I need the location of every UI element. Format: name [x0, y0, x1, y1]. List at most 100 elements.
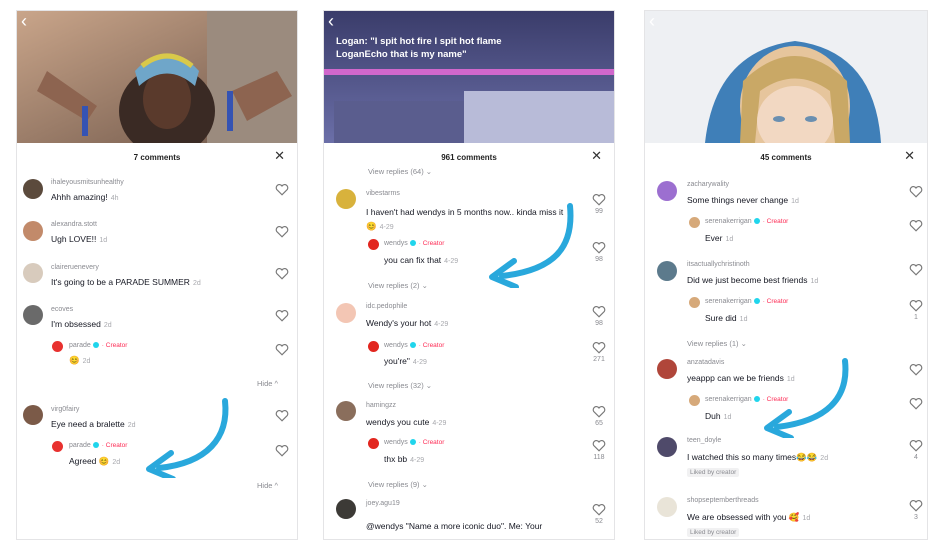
avatar[interactable]: [336, 401, 356, 421]
heart-icon[interactable]: [909, 185, 923, 198]
comment-username[interactable]: zacharywality: [687, 181, 729, 188]
close-icon[interactable]: ✕: [274, 149, 285, 163]
heart-icon[interactable]: [592, 241, 606, 254]
avatar[interactable]: [657, 261, 677, 281]
back-chevron-icon[interactable]: ‹: [649, 12, 655, 30]
avatar[interactable]: [657, 181, 677, 201]
view-replies-link[interactable]: View replies (1) ⌄: [687, 339, 747, 348]
close-icon[interactable]: ✕: [591, 149, 602, 163]
comment-count: 961 comments: [441, 153, 497, 162]
video-thumbnail[interactable]: ‹: [17, 11, 297, 143]
reply-date: 4-29: [444, 258, 459, 265]
creator-avatar[interactable]: [52, 341, 63, 352]
video-thumbnail[interactable]: ‹ Logan: "I spit hot fire I spit hot fla…: [324, 11, 614, 143]
view-replies-link[interactable]: View replies (64) ⌄: [368, 167, 432, 176]
avatar[interactable]: [657, 437, 677, 457]
comment-date: 4-29: [379, 224, 394, 231]
comment-username[interactable]: ihaleyousmitsunhealthy: [51, 179, 124, 186]
view-replies-link[interactable]: View replies (2) ⌄: [368, 281, 428, 290]
comment-username[interactable]: joey.agu19: [366, 500, 400, 507]
comment-text: I watched this so many times😂😂 2d: [687, 452, 829, 462]
reply-username[interactable]: serenakerrigan · Creator: [705, 218, 788, 225]
heart-icon[interactable]: [909, 439, 923, 452]
comment-username[interactable]: alexandra.stott: [51, 221, 97, 228]
comment-date: 1d: [791, 198, 799, 205]
avatar[interactable]: [657, 359, 677, 379]
close-icon[interactable]: ✕: [904, 149, 915, 163]
reply-username[interactable]: wendys · Creator: [384, 439, 444, 446]
reply-username[interactable]: serenakerrigan · Creator: [705, 298, 788, 305]
annotation-arrow: [146, 398, 229, 478]
creator-avatar[interactable]: [689, 297, 700, 308]
verified-badge-icon: [753, 396, 760, 403]
creator-avatar[interactable]: [52, 441, 63, 452]
back-chevron-icon[interactable]: ‹: [328, 12, 334, 30]
heart-icon[interactable]: [275, 267, 289, 280]
comment-date: 2d: [127, 422, 136, 429]
view-replies-link[interactable]: View replies (32) ⌄: [368, 381, 432, 390]
creator-label: · Creator: [418, 240, 445, 247]
comment-date: 1d: [802, 515, 811, 522]
hide-replies-link[interactable]: Hide ^: [257, 481, 278, 490]
reply-text: Ever 1d: [705, 233, 734, 243]
avatar[interactable]: [23, 221, 43, 241]
reply-date: 2d: [112, 459, 121, 466]
avatar[interactable]: [336, 189, 356, 209]
heart-icon[interactable]: [909, 363, 923, 376]
heart-icon[interactable]: [909, 219, 923, 232]
reply-date: 1d: [739, 316, 748, 323]
avatar[interactable]: [23, 263, 43, 283]
reply-text: thx bb 4-29: [384, 454, 425, 464]
creator-avatar[interactable]: [368, 438, 379, 449]
heart-icon[interactable]: [275, 183, 289, 196]
heart-icon[interactable]: [592, 503, 606, 516]
comment-username[interactable]: anzatadavis: [687, 359, 724, 366]
avatar[interactable]: [336, 303, 356, 323]
comment-username[interactable]: teen_doyle: [687, 437, 721, 444]
creator-avatar[interactable]: [368, 239, 379, 250]
view-replies-link[interactable]: View replies (9) ⌄: [368, 480, 428, 489]
heart-icon[interactable]: [909, 397, 923, 410]
heart-icon[interactable]: [275, 343, 289, 356]
comment-username[interactable]: ecoves: [51, 306, 73, 313]
reply-username[interactable]: serenakerrigan · Creator: [705, 396, 788, 403]
comment-username[interactable]: claireruenevery: [51, 264, 99, 271]
video-thumbnail[interactable]: ‹: [645, 11, 927, 143]
heart-icon[interactable]: [275, 444, 289, 457]
heart-icon[interactable]: [592, 305, 606, 318]
comment-username[interactable]: idc.pedophile: [366, 303, 407, 310]
creator-avatar[interactable]: [368, 341, 379, 352]
heart-icon[interactable]: [909, 263, 923, 276]
heart-icon[interactable]: [909, 499, 923, 512]
avatar[interactable]: [23, 405, 43, 425]
verified-badge-icon: [409, 342, 416, 349]
heart-icon[interactable]: [592, 341, 606, 354]
comments-sheet: 961 comments ✕ View replies (64) ⌄ vibes…: [324, 143, 614, 539]
hide-replies-link[interactable]: Hide ^: [257, 379, 278, 388]
heart-icon[interactable]: [592, 193, 606, 206]
reply-username[interactable]: parade · Creator: [69, 342, 127, 349]
reply-text: 😊 2d: [69, 355, 91, 365]
heart-icon[interactable]: [592, 405, 606, 418]
comment-username[interactable]: virg0fairy: [51, 406, 79, 413]
creator-avatar[interactable]: [689, 217, 700, 228]
heart-icon[interactable]: [275, 309, 289, 322]
comment-username[interactable]: shopseptemberthreads: [687, 497, 759, 504]
avatar[interactable]: [657, 497, 677, 517]
heart-icon[interactable]: [592, 439, 606, 452]
heart-icon[interactable]: [275, 409, 289, 422]
avatar[interactable]: [23, 305, 43, 325]
reply-username[interactable]: parade · Creator: [69, 442, 127, 449]
heart-icon[interactable]: [275, 225, 289, 238]
video-frame: [17, 11, 297, 143]
creator-avatar[interactable]: [689, 395, 700, 406]
comment-username[interactable]: itsactuallychristinoth: [687, 261, 750, 268]
back-chevron-icon[interactable]: ‹: [21, 12, 27, 30]
reply-username[interactable]: wendys · Creator: [384, 240, 444, 247]
avatar[interactable]: [336, 499, 356, 519]
heart-icon[interactable]: [909, 299, 923, 312]
comment-username[interactable]: hamingzz: [366, 402, 396, 409]
avatar[interactable]: [23, 179, 43, 199]
reply-username[interactable]: wendys · Creator: [384, 342, 444, 349]
comment-username[interactable]: vibestarms: [366, 190, 400, 197]
